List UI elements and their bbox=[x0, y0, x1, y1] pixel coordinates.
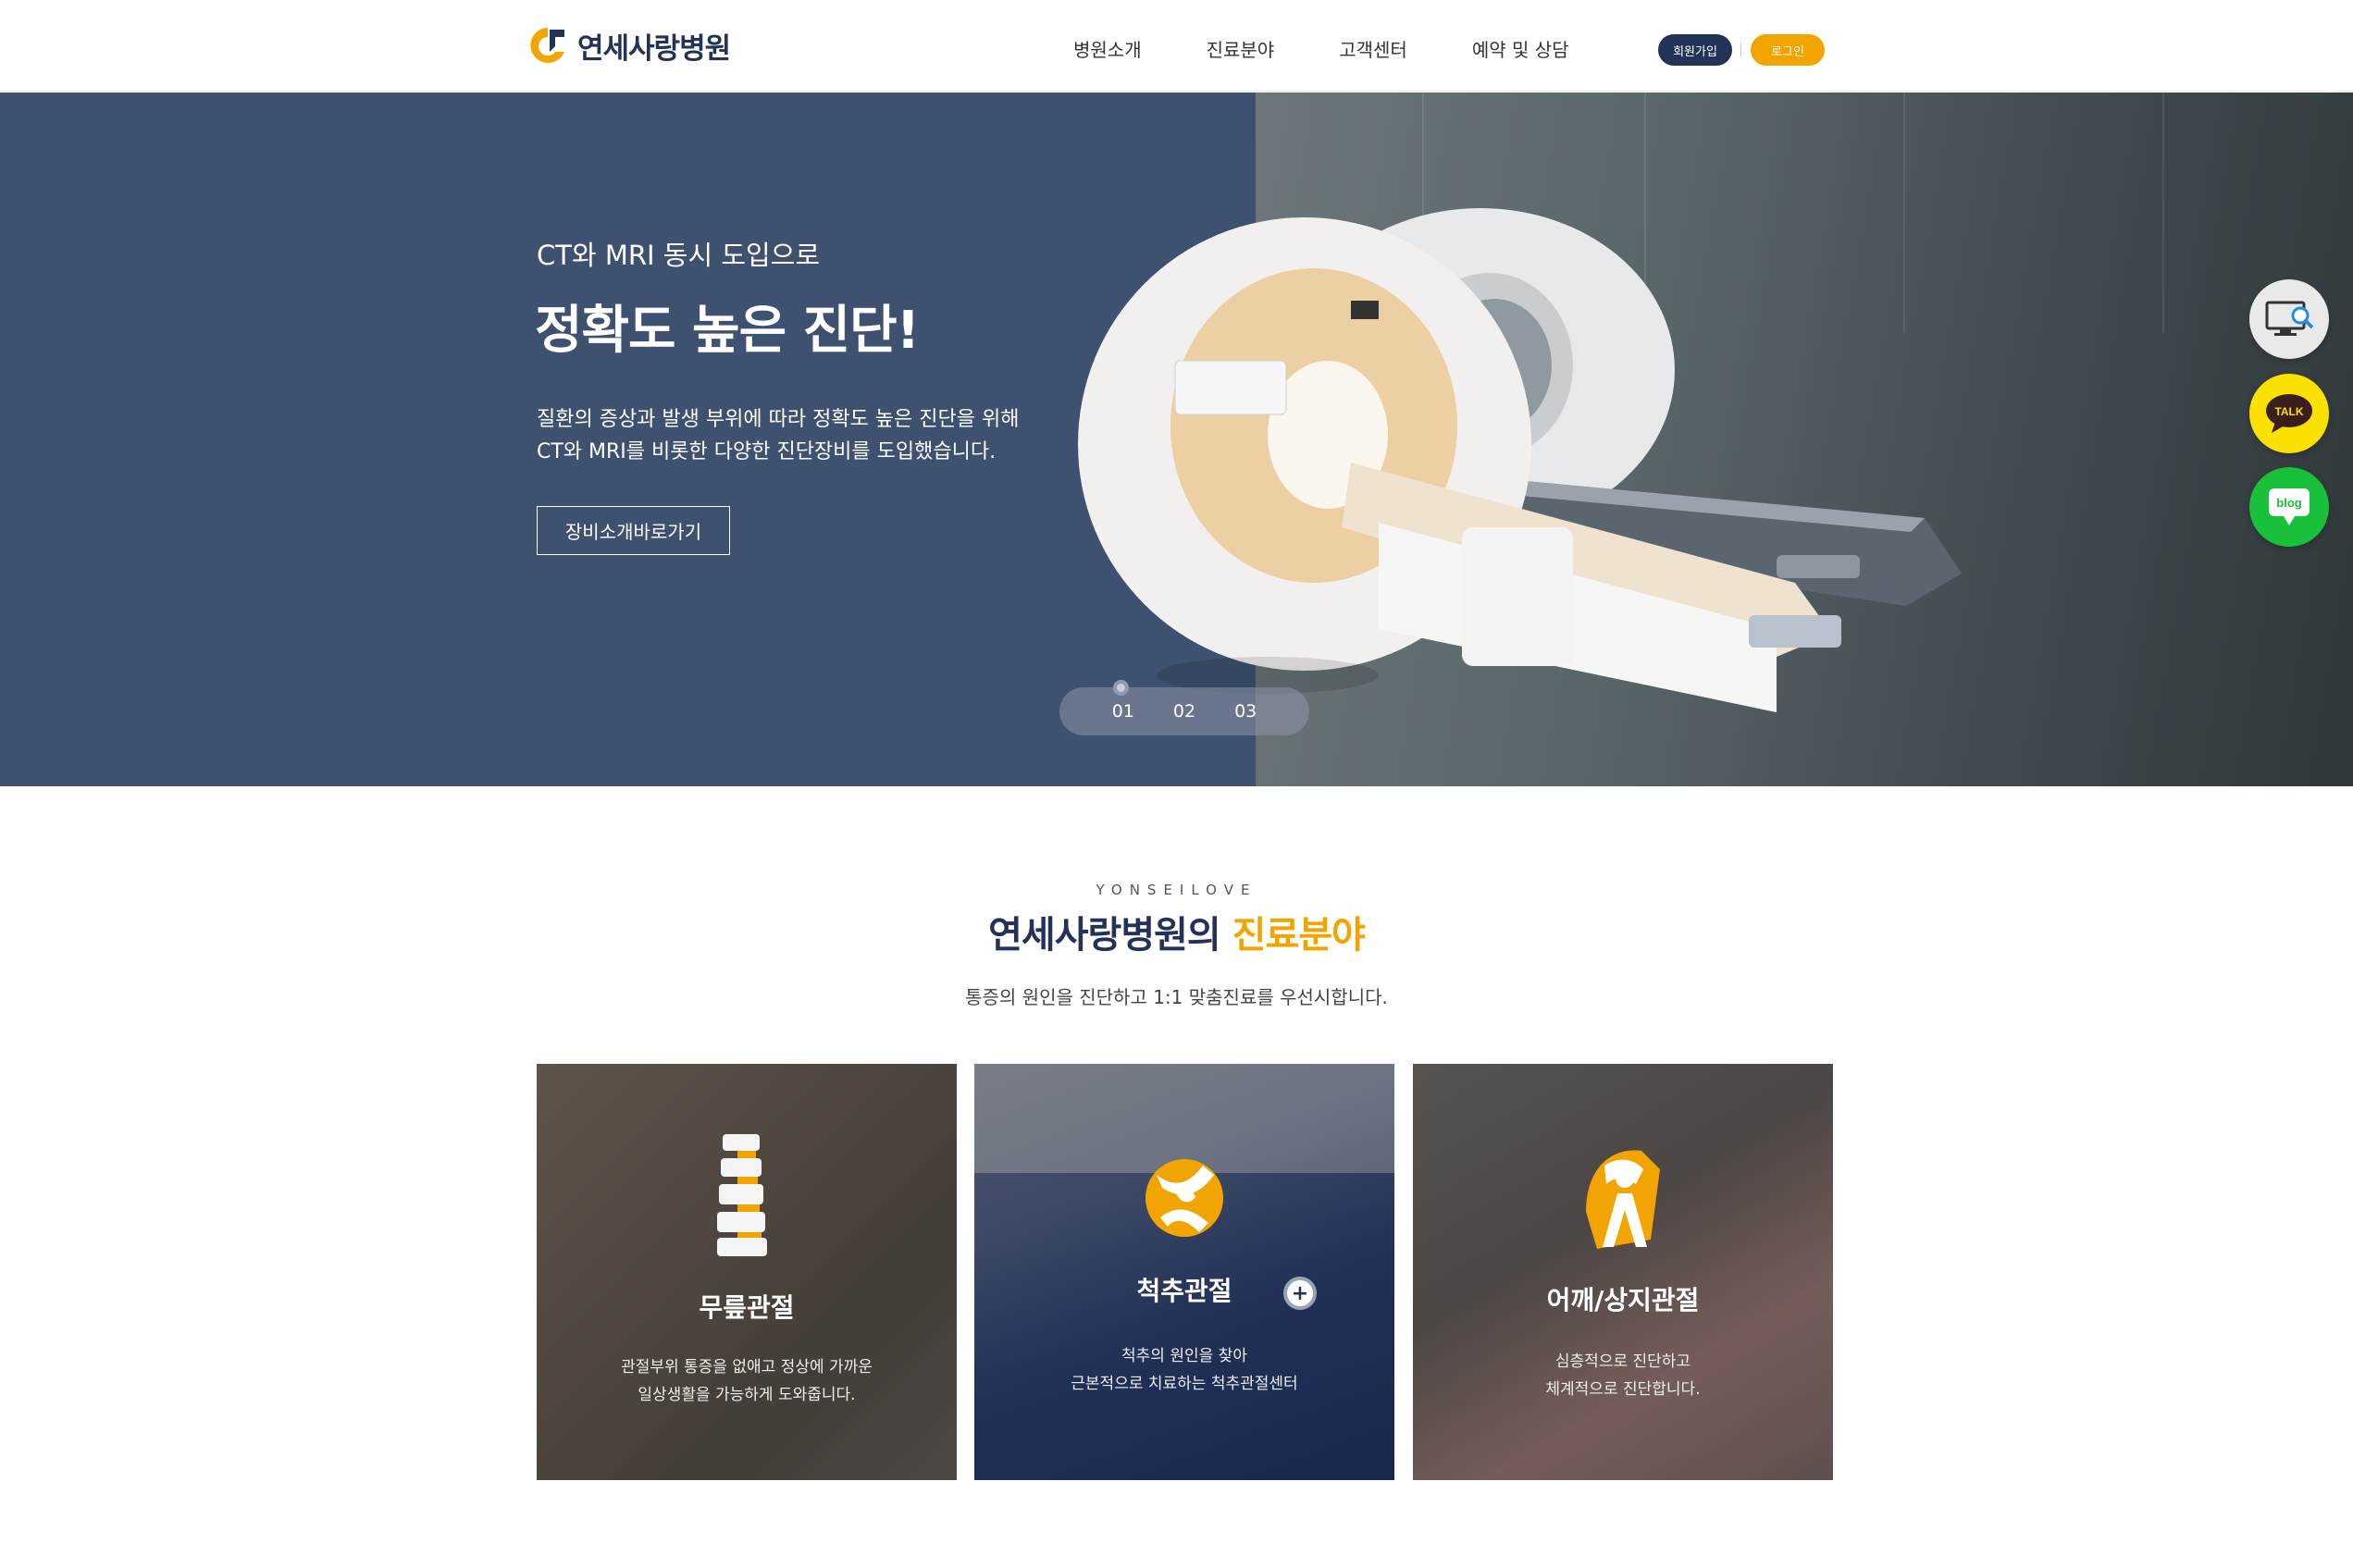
login-button[interactable]: 로그인 bbox=[1751, 34, 1825, 66]
card-desc-line: 일상생활을 가능하게 도와줍니다. bbox=[638, 1386, 856, 1404]
card-spine[interactable]: 척추관절 + 척추의 원인을 찾아 근본적으로 치료하는 척추관절센터 bbox=[974, 1064, 1394, 1480]
card-desc-line: 체계적으로 진단합니다. bbox=[1545, 1380, 1701, 1399]
section-title-highlight: 진료분야 bbox=[1232, 914, 1366, 957]
kakao-talk-icon: TALK bbox=[2266, 394, 2312, 433]
hero-desc-line: 질환의 증상과 발생 부위에 따라 정확도 높은 진단을 위해 bbox=[537, 408, 1020, 431]
card-knee[interactable]: 무릎관절 관절부위 통증을 없애고 정상에 가까운 일상생활을 가능하게 도와줍… bbox=[537, 1064, 957, 1480]
card-desc-line: 척추의 원인을 찾아 bbox=[1121, 1347, 1247, 1365]
logo[interactable]: 연세사랑병원 bbox=[527, 24, 731, 67]
card-title: 어깨/상지관절 bbox=[1546, 1285, 1700, 1315]
monitor-search-icon bbox=[2265, 301, 2314, 336]
hero-subtitle: CT와 MRI 동시 도입으로 bbox=[537, 240, 821, 271]
divider bbox=[1740, 43, 1741, 57]
hero-desc-line: CT와 MRI를 비롯한 다양한 진단장비를 도입했습니다. bbox=[537, 440, 997, 463]
joint-icon bbox=[1146, 1159, 1223, 1237]
pager-item-3[interactable]: 03 bbox=[1234, 701, 1257, 722]
spine-icon bbox=[717, 1134, 767, 1256]
card-overlay bbox=[1413, 1064, 1833, 1480]
card-shoulder[interactable]: 어깨/상지관절 심층적으로 진단하고 체계적으로 진단합니다. bbox=[1413, 1064, 1833, 1480]
hero-description: 질환의 증상과 발생 부위에 따라 정확도 높은 진단을 위해 CT와 MRI를… bbox=[537, 403, 1019, 468]
more-plus-button[interactable]: + bbox=[1283, 1277, 1317, 1310]
talk-label: TALK bbox=[2274, 405, 2303, 418]
section-title-main: 연세사랑병원의 bbox=[988, 914, 1232, 957]
quick-menu-search[interactable] bbox=[2249, 279, 2329, 359]
pager-item-1[interactable]: 01 bbox=[1112, 701, 1134, 722]
nav-item-about[interactable]: 병원소개 bbox=[1073, 35, 1142, 62]
hero-title: 정확도 높은 진단! bbox=[535, 301, 920, 361]
card-desc-line: 근본적으로 치료하는 척추관절센터 bbox=[1071, 1375, 1298, 1393]
hero-slider: CT와 MRI 동시 도입으로 정확도 높은 진단! 질환의 증상과 발생 부위… bbox=[0, 93, 2353, 786]
nav-item-customer-center[interactable]: 고객센터 bbox=[1339, 35, 1407, 62]
card-description: 심층적으로 진단하고 체계적으로 진단합니다. bbox=[1413, 1348, 1833, 1403]
join-button[interactable]: 회원가입 bbox=[1658, 34, 1732, 66]
card-description: 척추의 원인을 찾아 근본적으로 치료하는 척추관절센터 bbox=[974, 1342, 1394, 1398]
equipment-intro-button[interactable]: 장비소개바로가기 bbox=[537, 506, 730, 555]
card-desc-line: 심층적으로 진단하고 bbox=[1554, 1352, 1691, 1371]
card-title: 척추관절 bbox=[1136, 1276, 1232, 1306]
section-title: 연세사랑병원의 진료분야 bbox=[0, 905, 2353, 958]
section-eyebrow: YONSEILOVE bbox=[1096, 882, 1257, 898]
ct-mri-machine-image bbox=[1078, 208, 1962, 712]
shoulder-icon bbox=[1586, 1150, 1660, 1249]
slider-pager: 01 02 03 bbox=[1059, 687, 1309, 735]
quick-menu-kakao-talk[interactable]: TALK bbox=[2249, 374, 2329, 453]
pager-item-2[interactable]: 02 bbox=[1173, 701, 1195, 722]
logo-text: 연세사랑병원 bbox=[577, 31, 731, 66]
active-slide-indicator bbox=[1113, 680, 1129, 696]
site-header: 연세사랑병원 병원소개 진료분야 고객센터 예약 및 상담 회원가입 로그인 bbox=[0, 0, 2353, 92]
card-overlay bbox=[537, 1064, 957, 1480]
card-title: 무릎관절 bbox=[699, 1292, 795, 1323]
card-description: 관절부위 통증을 없애고 정상에 가까운 일상생활을 가능하게 도와줍니다. bbox=[537, 1353, 957, 1409]
blog-icon: blog bbox=[2269, 488, 2310, 525]
blog-label: blog bbox=[2276, 496, 2301, 510]
section-description: 통증의 원인을 진단하고 1:1 맞춤진료를 우선시합니다. bbox=[965, 986, 1388, 1008]
nav-item-reservation[interactable]: 예약 및 상담 bbox=[1472, 35, 1569, 62]
card-desc-line: 관절부위 통증을 없애고 정상에 가까운 bbox=[621, 1358, 873, 1377]
quick-menu-blog[interactable]: blog bbox=[2249, 467, 2329, 547]
nav-item-departments[interactable]: 진료분야 bbox=[1207, 35, 1275, 62]
logo-mark-icon bbox=[530, 28, 564, 63]
main-nav: 병원소개 진료분야 고객센터 예약 및 상담 bbox=[1073, 35, 1634, 62]
